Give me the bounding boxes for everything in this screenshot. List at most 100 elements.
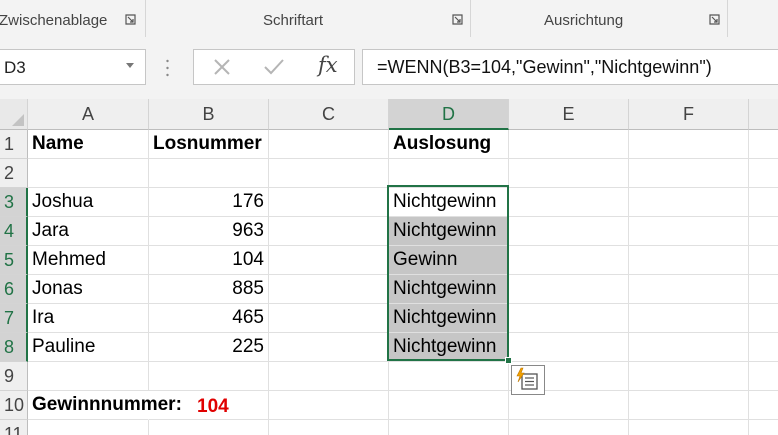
cell-b3[interactable]: 176	[149, 188, 269, 217]
cell-a3[interactable]: Joshua	[28, 188, 149, 217]
cell-g3[interactable]	[749, 188, 778, 217]
column-header-e[interactable]: E	[509, 99, 629, 130]
cell-g9[interactable]	[749, 362, 778, 391]
row-header-8[interactable]: 8	[0, 333, 28, 362]
cell-d6[interactable]: Nichtgewinn	[389, 275, 509, 304]
cell-b1[interactable]: Losnummer	[149, 130, 269, 159]
fill-handle[interactable]	[505, 357, 512, 364]
cell-d3[interactable]: Nichtgewinn	[389, 188, 509, 217]
row-header-5[interactable]: 5	[0, 246, 28, 275]
column-header-b[interactable]: B	[149, 99, 269, 130]
cell-d10[interactable]	[389, 391, 509, 420]
cell-a10[interactable]: Gewinnnummer:	[28, 391, 182, 420]
cell-b9[interactable]	[149, 362, 269, 391]
cell-e5[interactable]	[509, 246, 629, 275]
dialog-launcher-icon[interactable]	[709, 14, 720, 25]
cell-f8[interactable]	[629, 333, 749, 362]
cell-c7[interactable]	[269, 304, 389, 333]
cell-f4[interactable]	[629, 217, 749, 246]
cell-b8[interactable]: 225	[149, 333, 269, 362]
cell-g11[interactable]	[749, 420, 778, 435]
cell-d7[interactable]: Nichtgewinn	[389, 304, 509, 333]
dialog-launcher-icon[interactable]	[452, 14, 463, 25]
cell-d4[interactable]: Nichtgewinn	[389, 217, 509, 246]
cell-a1[interactable]: Name	[28, 130, 149, 159]
cell-f11[interactable]	[629, 420, 749, 435]
cell-g1[interactable]	[749, 130, 778, 159]
cell-e4[interactable]	[509, 217, 629, 246]
cell-d9[interactable]	[389, 362, 509, 391]
cell-c2[interactable]	[269, 159, 389, 188]
cell-c10[interactable]	[269, 391, 389, 420]
cell-d5[interactable]: Gewinn	[389, 246, 509, 275]
cancel-x-icon[interactable]	[213, 58, 231, 76]
row-header-6[interactable]: 6	[0, 275, 28, 304]
cell-b11[interactable]	[149, 420, 269, 435]
cell-d8[interactable]: Nichtgewinn	[389, 333, 509, 362]
cell-d11[interactable]	[389, 420, 509, 435]
cell-d2[interactable]	[389, 159, 509, 188]
row-header-11[interactable]: 11	[0, 420, 28, 435]
formula-input[interactable]: =WENN(B3=104,"Gewinn","Nichtgewinn")	[362, 49, 778, 85]
cell-g4[interactable]	[749, 217, 778, 246]
cell-e3[interactable]	[509, 188, 629, 217]
cell-f7[interactable]	[629, 304, 749, 333]
cell-c9[interactable]	[269, 362, 389, 391]
cell-f10[interactable]	[629, 391, 749, 420]
cell-e11[interactable]	[509, 420, 629, 435]
cell-c5[interactable]	[269, 246, 389, 275]
column-header-a[interactable]: A	[28, 99, 149, 130]
cell-e1[interactable]	[509, 130, 629, 159]
cell-g6[interactable]	[749, 275, 778, 304]
cell-f6[interactable]	[629, 275, 749, 304]
row-header-4[interactable]: 4	[0, 217, 28, 246]
cell-f3[interactable]	[629, 188, 749, 217]
cell-c3[interactable]	[269, 188, 389, 217]
row-header-10[interactable]: 10	[0, 391, 28, 420]
column-header-d[interactable]: D	[389, 99, 509, 130]
chevron-down-icon[interactable]	[126, 63, 134, 68]
cell-f9[interactable]	[629, 362, 749, 391]
cell-g5[interactable]	[749, 246, 778, 275]
cell-a11[interactable]	[28, 420, 149, 435]
column-header-f[interactable]: F	[629, 99, 749, 130]
cell-b5[interactable]: 104	[149, 246, 269, 275]
cell-f1[interactable]	[629, 130, 749, 159]
resize-handle-icon[interactable]	[166, 59, 169, 77]
insert-function-button[interactable]: fx	[318, 53, 338, 77]
row-header-2[interactable]: 2	[0, 159, 28, 188]
cell-a4[interactable]: Jara	[28, 217, 149, 246]
cell-g8[interactable]	[749, 333, 778, 362]
cell-g7[interactable]	[749, 304, 778, 333]
cell-g10[interactable]	[749, 391, 778, 420]
cell-g2[interactable]	[749, 159, 778, 188]
cell-a6[interactable]: Jonas	[28, 275, 149, 304]
cell-a5[interactable]: Mehmed	[28, 246, 149, 275]
row-header-3[interactable]: 3	[0, 188, 28, 217]
cell-d1[interactable]: Auslosung	[389, 130, 509, 159]
checkmark-icon[interactable]	[263, 58, 285, 76]
column-header-g[interactable]	[749, 99, 778, 130]
flash-fill-options-button[interactable]	[511, 365, 545, 395]
cell-a2[interactable]	[28, 159, 149, 188]
cell-e2[interactable]	[509, 159, 629, 188]
column-header-c[interactable]: C	[269, 99, 389, 130]
cell-f5[interactable]	[629, 246, 749, 275]
cell-b7[interactable]: 465	[149, 304, 269, 333]
row-header-9[interactable]: 9	[0, 362, 28, 391]
select-all-button[interactable]	[0, 99, 28, 130]
cell-e6[interactable]	[509, 275, 629, 304]
cell-c1[interactable]	[269, 130, 389, 159]
cell-a8[interactable]: Pauline	[28, 333, 149, 362]
cell-a7[interactable]: Ira	[28, 304, 149, 333]
cell-c11[interactable]	[269, 420, 389, 435]
cell-e8[interactable]	[509, 333, 629, 362]
row-header-1[interactable]: 1	[0, 130, 28, 159]
cell-c8[interactable]	[269, 333, 389, 362]
cell-b6[interactable]: 885	[149, 275, 269, 304]
cell-e7[interactable]	[509, 304, 629, 333]
cell-b2[interactable]	[149, 159, 269, 188]
dialog-launcher-icon[interactable]	[125, 14, 136, 25]
cell-f2[interactable]	[629, 159, 749, 188]
cell-c4[interactable]	[269, 217, 389, 246]
